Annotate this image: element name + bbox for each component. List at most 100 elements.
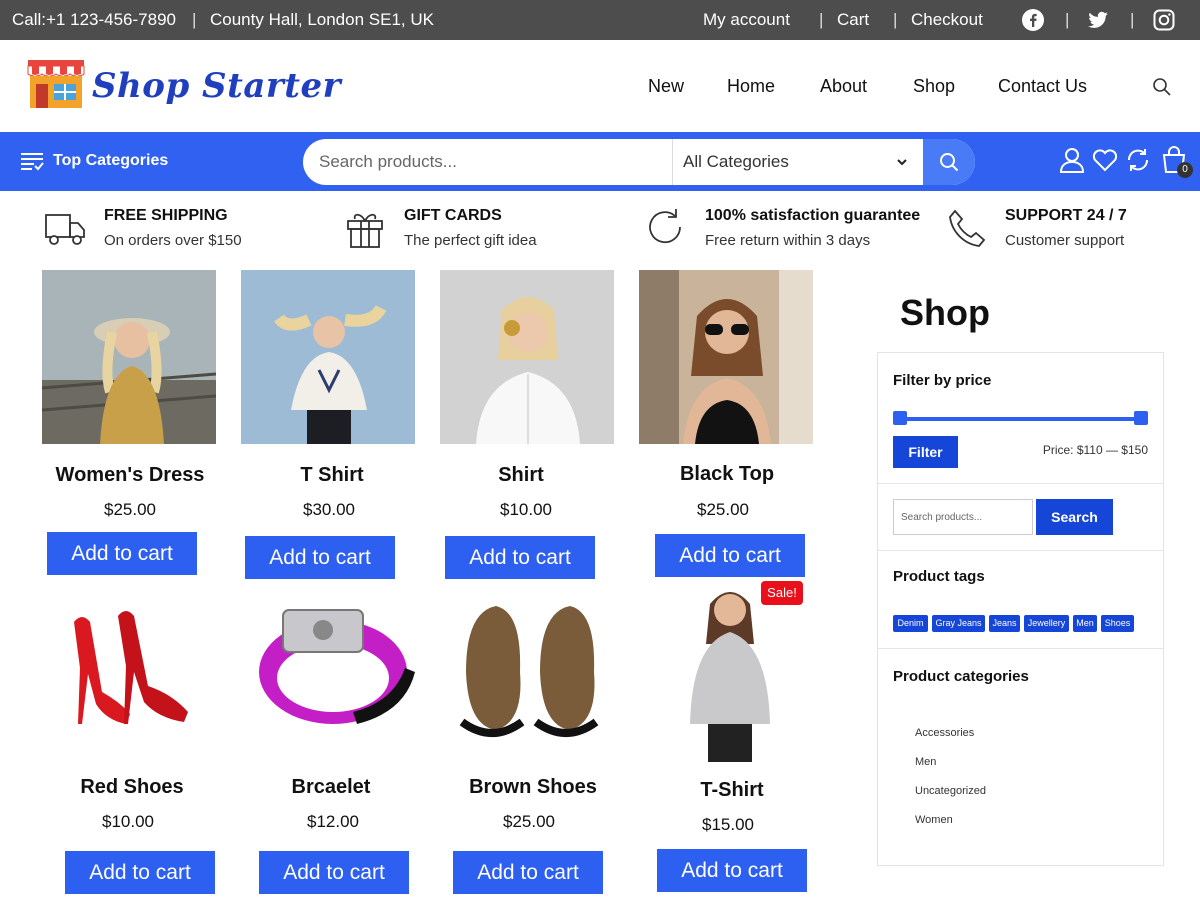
nav-item-shop[interactable]: Shop (913, 76, 955, 97)
product-name[interactable]: Shirt (434, 464, 608, 487)
category-bar: Top Categories All Categories (0, 132, 1200, 191)
nav-item-contact[interactable]: Contact Us (998, 76, 1087, 97)
product-name[interactable]: Black Top (639, 463, 815, 486)
product-price: $25.00 (104, 500, 156, 519)
feature-subtitle: On orders over $150 (104, 232, 242, 249)
divider: | (819, 10, 824, 29)
product-price: $15.00 (702, 815, 754, 834)
truck-icon (45, 214, 85, 245)
product-image-t-shirt[interactable] (241, 270, 415, 444)
my-account-link[interactable]: My account (703, 10, 790, 30)
shop-logo-icon[interactable] (24, 58, 88, 110)
tag-jeans[interactable]: Jeans (989, 615, 1020, 632)
product-image-black-top[interactable] (639, 270, 813, 444)
facebook-icon[interactable] (1021, 8, 1045, 32)
product-name[interactable]: T Shirt (241, 464, 423, 487)
category-link-men[interactable]: Men (915, 756, 936, 768)
feature-title: FREE SHIPPING (104, 207, 228, 224)
menu-list-icon[interactable] (20, 152, 44, 172)
search-button[interactable] (923, 139, 975, 185)
cart-link[interactable]: Cart (837, 10, 869, 30)
top-categories-label[interactable]: Top Categories (53, 152, 168, 170)
add-to-cart-button[interactable]: Add to cart (655, 534, 805, 577)
logo-text[interactable]: Shop Starter (92, 66, 341, 106)
category-link-women[interactable]: Women (915, 814, 953, 826)
compare-refresh-icon[interactable] (1124, 146, 1152, 174)
gift-icon (347, 213, 383, 248)
product-name[interactable]: T-Shirt (644, 779, 820, 802)
feature-title: SUPPORT 24 / 7 (1005, 207, 1127, 224)
tag-jewellery[interactable]: Jewellery (1024, 615, 1069, 632)
product-name[interactable]: Brown Shoes (446, 776, 620, 799)
instagram-icon[interactable] (1152, 8, 1176, 32)
search-input[interactable] (319, 149, 669, 175)
top-bar: Call:+1 123-456-7890 | County Hall, Lond… (0, 0, 1200, 40)
category-link-accessories[interactable]: Accessories (915, 727, 974, 739)
tag-men[interactable]: Men (1073, 615, 1097, 632)
product-price: $12.00 (307, 812, 359, 831)
search-icon[interactable] (1152, 77, 1172, 97)
product-price: $30.00 (303, 500, 355, 519)
add-to-cart-button[interactable]: Add to cart (657, 849, 807, 892)
divider: | (192, 10, 197, 29)
search-widget: Search (878, 483, 1163, 550)
add-to-cart-button[interactable]: Add to cart (47, 532, 197, 575)
address-text: County Hall, London SE1, UK (210, 10, 434, 29)
twitter-icon[interactable] (1086, 8, 1110, 32)
sale-badge: Sale! (761, 581, 803, 605)
feature-subtitle: Customer support (1005, 232, 1125, 249)
widget-heading: Product categories (893, 668, 1029, 685)
sidebar-search-input[interactable] (893, 499, 1033, 535)
filter-by-price-widget: Filter by price Filter Price: $110 — $15… (878, 353, 1163, 483)
shop-sidebar-title: Shop (900, 292, 990, 333)
user-icon[interactable] (1058, 146, 1086, 174)
search-icon (940, 153, 959, 172)
product-image-bracelet[interactable] (243, 592, 417, 762)
add-to-cart-button[interactable]: Add to cart (445, 536, 595, 579)
sidebar-search-button[interactable]: Search (1036, 499, 1113, 535)
product-image-brown-shoes[interactable] (446, 592, 620, 762)
widget-heading: Product tags (893, 568, 985, 585)
nav-item-about[interactable]: About (820, 76, 867, 97)
phone-text: Call:+1 123-456-7890 (12, 10, 176, 29)
feature-title: 100% satisfaction guarantee (705, 207, 921, 224)
checkout-link[interactable]: Checkout (911, 10, 983, 30)
add-to-cart-button[interactable]: Add to cart (453, 851, 603, 894)
feature-subtitle: Free return within 3 days (705, 232, 871, 249)
divider: | (1065, 10, 1070, 29)
product-price: $10.00 (102, 812, 154, 831)
product-name[interactable]: Red Shoes (44, 776, 220, 799)
product-image-shirt[interactable] (440, 270, 614, 444)
product-image-t-shirt-sale[interactable] (644, 584, 818, 762)
price-range-max-handle[interactable] (1134, 411, 1148, 425)
divider: | (1130, 10, 1135, 29)
heart-icon[interactable] (1091, 146, 1119, 174)
add-to-cart-button[interactable]: Add to cart (65, 851, 215, 894)
price-range-min-handle[interactable] (893, 411, 907, 425)
price-range-label: Price: $110 — $150 (1042, 443, 1148, 457)
chevron-down-icon (897, 159, 907, 166)
product-price: $10.00 (500, 500, 552, 519)
price-range-track (894, 417, 1147, 421)
product-image-red-shoes[interactable] (44, 592, 218, 762)
product-price: $25.00 (503, 812, 555, 831)
tag-shoes[interactable]: Shoes (1101, 615, 1134, 632)
phone-icon (949, 209, 986, 247)
tag-denim[interactable]: Denim (893, 615, 928, 632)
category-link-uncategorized[interactable]: Uncategorized (915, 785, 986, 797)
feature-subtitle: The perfect gift idea (404, 232, 537, 249)
category-select[interactable]: All Categories (672, 139, 922, 185)
widget-heading: Filter by price (893, 372, 992, 389)
nav-item-home[interactable]: Home (727, 76, 775, 97)
tag-gray-jeans[interactable]: Gray Jeans (932, 615, 985, 632)
nav-item-new[interactable]: New (648, 76, 684, 97)
add-to-cart-button[interactable]: Add to cart (245, 536, 395, 579)
product-name[interactable]: Women's Dress (42, 464, 218, 487)
add-to-cart-button[interactable]: Add to cart (259, 851, 409, 894)
product-image-womens-dress[interactable] (42, 270, 216, 444)
filter-button[interactable]: Filter (893, 436, 958, 468)
product-name[interactable]: Brcaelet (243, 776, 419, 799)
divider: | (893, 10, 898, 29)
shop-sidebar: Filter by price Filter Price: $110 — $15… (877, 352, 1164, 866)
site-header: Shop Starter New Home About Shop Contact… (0, 40, 1200, 132)
